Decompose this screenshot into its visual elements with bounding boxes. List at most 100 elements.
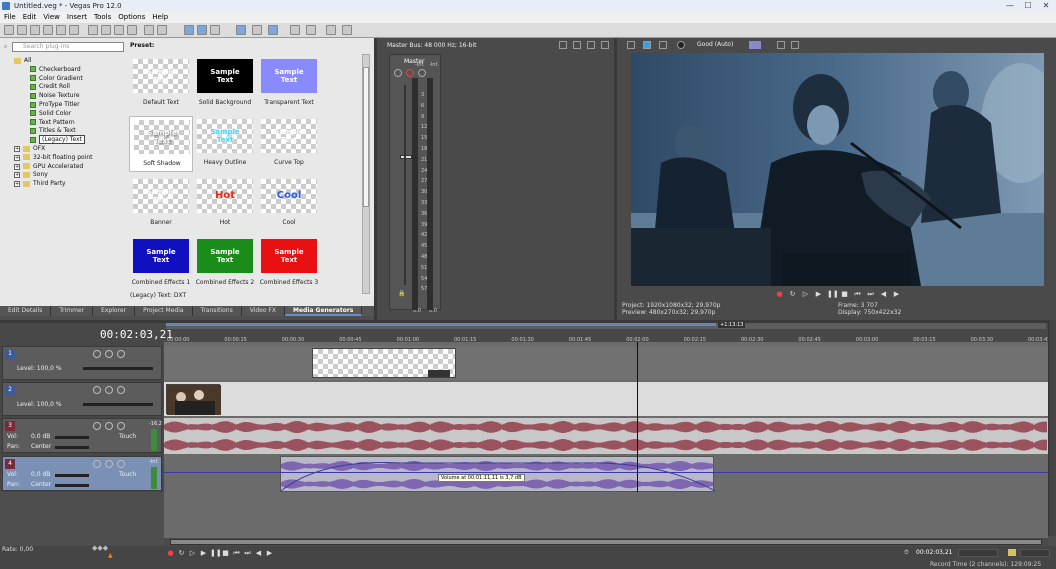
menu-insert[interactable]: Insert xyxy=(67,12,87,23)
tab-edit-details[interactable]: Edit Details xyxy=(0,306,52,316)
expand-icon[interactable]: + xyxy=(14,181,20,188)
menu-options[interactable]: Options xyxy=(118,12,145,23)
menu-tools[interactable]: Tools xyxy=(94,12,111,23)
loop-playback-button[interactable]: ↻ xyxy=(177,549,186,557)
tree-item-protype-titler[interactable]: ProType Titler xyxy=(30,100,80,109)
go-to-start-button[interactable]: ⏮ xyxy=(232,549,241,557)
fx-icon[interactable] xyxy=(93,460,101,468)
new-project-icon[interactable] xyxy=(4,25,14,35)
minimize-button[interactable]: — xyxy=(1004,1,1016,10)
pan-slider[interactable] xyxy=(55,484,89,487)
rate-slider[interactable]: ◆◆◆ xyxy=(92,544,108,552)
grid-spacing-icon[interactable] xyxy=(1008,549,1016,556)
undo-icon[interactable] xyxy=(144,25,154,35)
event-fx-icon[interactable] xyxy=(428,370,450,377)
preset-combined-effects-1[interactable]: Sample Text Combined Effects 1 xyxy=(129,236,193,292)
dim-output-icon[interactable] xyxy=(587,41,595,49)
fx-icon[interactable] xyxy=(93,422,101,430)
mute-icon[interactable] xyxy=(105,386,113,394)
preset-combined-effects-3[interactable]: Sample Text Combined Effects 3 xyxy=(257,236,321,292)
play-icon[interactable]: ▶ xyxy=(814,290,823,298)
lock-envelopes-icon[interactable] xyxy=(290,25,300,35)
horizontal-scrollbar[interactable] xyxy=(164,538,1048,546)
ignore-grouping-icon[interactable] xyxy=(306,25,316,35)
pause-icon[interactable]: ❚❚ xyxy=(827,290,839,298)
solo-icon[interactable] xyxy=(418,69,426,77)
tree-item-credit-roll[interactable]: Credit Roll xyxy=(30,82,70,91)
zoom-field[interactable] xyxy=(1020,549,1050,557)
tree-item-third-party[interactable]: + Third Party xyxy=(14,179,66,188)
snapping-icon[interactable] xyxy=(236,25,246,35)
play-from-start-button[interactable]: ▷ xyxy=(188,549,197,557)
delete-icon[interactable] xyxy=(127,25,137,35)
fx-icon[interactable] xyxy=(394,69,402,77)
tree-item-ofx[interactable]: + OFX xyxy=(14,144,45,153)
preset-default-text[interactable]: Sample Text Default Text xyxy=(129,56,193,112)
preset-hot[interactable]: Hot Hot xyxy=(193,176,257,232)
preset-solid-background[interactable]: Sample Text Solid Background xyxy=(193,56,257,112)
split-screen-icon[interactable] xyxy=(677,41,685,49)
loop-region-bar[interactable]: +1:13:13 xyxy=(166,322,1046,329)
loop-icon[interactable]: ↻ xyxy=(788,290,797,298)
open-icon[interactable] xyxy=(17,25,27,35)
record-icon[interactable]: ● xyxy=(775,290,784,298)
maximize-button[interactable]: ☐ xyxy=(1022,1,1034,10)
mute-icon[interactable] xyxy=(406,69,414,77)
menu-view[interactable]: View xyxy=(43,12,60,23)
mute-icon[interactable] xyxy=(105,422,113,430)
automation-mode[interactable]: Touch xyxy=(119,471,136,478)
preset-banner[interactable]: Sample Text Banner xyxy=(129,176,193,232)
preset-scrollbar[interactable] xyxy=(362,54,370,294)
tree-item-all[interactable]: All xyxy=(14,56,31,65)
go-to-end-button[interactable]: ⏭ xyxy=(243,549,252,557)
preset-heavy-outline[interactable]: Sample Text Heavy Outline xyxy=(193,116,257,172)
preview-settings-icon[interactable] xyxy=(627,41,635,49)
tab-transitions[interactable]: Transitions xyxy=(193,306,242,316)
tree-item-titles-text[interactable]: Titles & Text xyxy=(30,126,76,135)
selection-tool-icon[interactable] xyxy=(210,25,220,35)
preview-quality-select[interactable]: Good (Auto) xyxy=(697,41,733,48)
insert-bus-icon[interactable] xyxy=(559,41,567,49)
tree-item-color-gradient[interactable]: Color Gradient xyxy=(30,74,83,83)
save-snapshot-icon[interactable] xyxy=(791,41,799,49)
marker-icon[interactable] xyxy=(326,25,336,35)
stop-icon[interactable]: ■ xyxy=(840,290,849,298)
next-frame-button[interactable]: ▶ xyxy=(265,549,274,557)
auto-crossfade-icon[interactable] xyxy=(252,25,262,35)
auto-ripple-icon[interactable] xyxy=(268,25,278,35)
external-monitor-icon[interactable] xyxy=(643,41,651,49)
volume-fader[interactable] xyxy=(400,155,412,159)
tree-item-text-pattern[interactable]: Text Pattern xyxy=(30,118,75,127)
copy-snapshot-icon[interactable] xyxy=(777,41,785,49)
video-event-thumbnail[interactable] xyxy=(166,384,221,415)
level-slider[interactable] xyxy=(83,367,153,370)
normal-edit-tool-icon[interactable] xyxy=(184,25,194,35)
mute-icon[interactable] xyxy=(105,350,113,358)
tab-video-fx[interactable]: Video FX xyxy=(242,306,285,316)
stop-button[interactable]: ■ xyxy=(221,549,230,557)
preset-cool[interactable]: Cool Cool xyxy=(257,176,321,232)
track-header-2[interactable]: 2 Level: 100,0 % xyxy=(2,382,162,416)
solo-icon[interactable] xyxy=(117,350,125,358)
prev-frame-icon[interactable]: ◀ xyxy=(879,290,888,298)
tree-item-solid-color[interactable]: Solid Color xyxy=(30,109,71,118)
go-to-end-icon[interactable]: ⏭ xyxy=(866,290,875,298)
fx-icon[interactable] xyxy=(93,386,101,394)
pan-slider[interactable] xyxy=(55,446,89,449)
tree-item-checkerboard[interactable]: Checkerboard xyxy=(30,65,81,74)
overlays-icon[interactable] xyxy=(749,41,761,49)
play-button[interactable]: ▶ xyxy=(199,549,208,557)
preset-combined-effects-2[interactable]: Sample Text Combined Effects 2 xyxy=(193,236,257,292)
pause-button[interactable]: ❚❚ xyxy=(210,549,222,557)
fx-icon[interactable] xyxy=(93,350,101,358)
expand-icon[interactable]: + xyxy=(14,154,20,161)
tab-media-generators[interactable]: Media Generators xyxy=(284,306,363,316)
menu-help[interactable]: Help xyxy=(152,12,168,23)
preset-soft-shadow[interactable]: Sample Text Soft Shadow xyxy=(129,116,193,172)
vol-slider[interactable] xyxy=(55,474,89,477)
solo-icon[interactable] xyxy=(117,422,125,430)
expand-icon[interactable]: + xyxy=(14,163,20,170)
tab-project-media[interactable]: Project Media xyxy=(135,306,193,316)
paste-icon[interactable] xyxy=(114,25,124,35)
save-icon[interactable] xyxy=(30,25,40,35)
